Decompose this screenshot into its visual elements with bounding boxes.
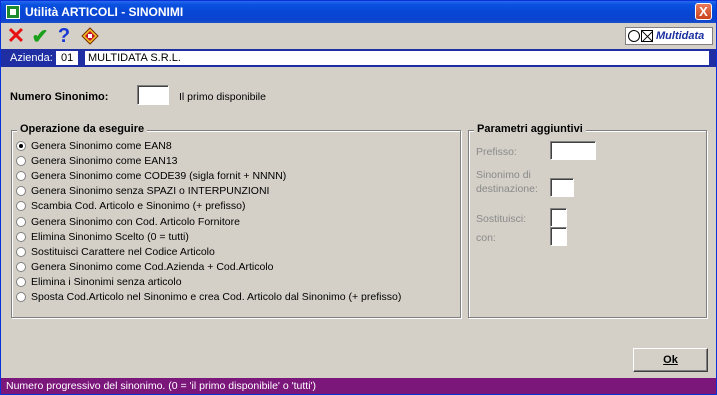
- radio-label: Elimina Sinonimo Scelto (0 = tutti): [31, 230, 189, 243]
- radio-option[interactable]: Scambia Cod. Articolo e Sinonimo (+ pref…: [16, 199, 245, 213]
- help-icon[interactable]: ?: [53, 25, 75, 47]
- radio-option[interactable]: Sostituisci Carattere nel Codice Articol…: [16, 245, 215, 259]
- radio-label: Scambia Cod. Articolo e Sinonimo (+ pref…: [31, 200, 246, 213]
- radio-label: Genera Sinonimo come EAN8: [31, 140, 172, 152]
- radio-label: Sposta Cod.Articolo nel Sinonimo e crea …: [31, 291, 402, 303]
- radio-option[interactable]: Genera Sinonimo come EAN8: [16, 139, 172, 153]
- sinonimo-dest-label-1: Sinonimo di: [476, 169, 531, 181]
- confirm-icon[interactable]: ✔: [29, 25, 51, 48]
- sostituisci-label: Sostituisci:: [476, 213, 527, 225]
- status-bar: Numero progressivo del sinonimo. (0 = 'i…: [1, 378, 716, 394]
- window-title: Utilità ARTICOLI - SINONIMI: [25, 5, 184, 19]
- radio-label: Genera Sinonimo come EAN13: [31, 155, 178, 168]
- numero-sinonimo-label: Numero Sinonimo:: [10, 91, 109, 103]
- tools-icon[interactable]: [79, 25, 101, 47]
- radio-option[interactable]: Genera Sinonimo senza SPAZI o INTERPUNZI…: [16, 184, 269, 198]
- numero-sinonimo-input[interactable]: [137, 85, 169, 105]
- radio-button[interactable]: [16, 201, 26, 212]
- company-code: 01: [56, 51, 78, 65]
- radio-button[interactable]: [16, 261, 26, 272]
- ok-button[interactable]: Ok: [633, 348, 708, 372]
- cross-box-icon: [641, 30, 653, 42]
- radio-button[interactable]: [16, 156, 26, 167]
- radio-button[interactable]: [16, 141, 26, 151]
- primo-disponibile-label: Il primo disponibile: [179, 91, 266, 103]
- app-window: Utilità ARTICOLI - SINONIMI X ✕ ✔ ? Mult…: [0, 0, 717, 395]
- prefisso-label: Prefisso:: [476, 146, 517, 158]
- radio-label: Sostituisci Carattere nel Codice Articol…: [31, 245, 215, 258]
- radio-option[interactable]: Elimina Sinonimo Scelto (0 = tutti): [16, 230, 189, 244]
- cancel-icon[interactable]: ✕: [5, 25, 27, 47]
- toolbar: ✕ ✔ ? Multidata: [1, 24, 716, 48]
- radio-button[interactable]: [16, 276, 26, 287]
- company-label: Azienda:: [10, 52, 53, 64]
- company-name: MULTIDATA S.R.L.: [85, 51, 709, 65]
- radio-option[interactable]: Genera Sinonimo come EAN13: [16, 154, 178, 168]
- radio-option[interactable]: Sposta Cod.Articolo nel Sinonimo e crea …: [16, 290, 401, 304]
- radio-button[interactable]: [16, 216, 26, 227]
- radio-option[interactable]: Elimina i Sinonimi senza articolo: [16, 275, 182, 289]
- ok-button-label: Ok: [663, 354, 678, 366]
- sostituisci-input[interactable]: [550, 208, 567, 227]
- radio-label: Genera Sinonimo senza SPAZI o INTERPUNZI…: [31, 185, 270, 198]
- brand-logo: Multidata: [625, 27, 713, 45]
- sinonimo-dest-input[interactable]: [550, 178, 574, 197]
- parametri-group: Parametri aggiuntivi Prefisso: Sinonimo …: [468, 123, 707, 318]
- radio-button[interactable]: [16, 171, 26, 182]
- radio-option[interactable]: Genera Sinonimo come Cod.Azienda + Cod.A…: [16, 260, 274, 274]
- prefisso-input[interactable]: [550, 141, 596, 160]
- radio-label: Elimina i Sinonimi senza articolo: [31, 275, 182, 288]
- radio-option[interactable]: Genera Sinonimo con Cod. Articolo Fornit…: [16, 215, 240, 229]
- con-input[interactable]: [550, 227, 567, 246]
- radio-label: Genera Sinonimo come CODE39 (sigla forni…: [31, 170, 287, 183]
- radio-option[interactable]: Genera Sinonimo come CODE39 (sigla forni…: [16, 169, 286, 183]
- sinonimo-dest-label-2: destinazione:: [476, 183, 538, 195]
- app-icon: [6, 5, 20, 19]
- con-label: con:: [476, 232, 496, 244]
- radio-label: Genera Sinonimo con Cod. Articolo Fornit…: [31, 215, 240, 228]
- company-bar: Azienda: 01 MULTIDATA S.R.L.: [1, 49, 716, 67]
- close-button[interactable]: X: [695, 3, 712, 20]
- operazione-title: Operazione da eseguire: [17, 123, 148, 135]
- radio-label: Genera Sinonimo come Cod.Azienda + Cod.A…: [31, 260, 274, 273]
- title-bar: Utilità ARTICOLI - SINONIMI X: [1, 1, 716, 23]
- parametri-title: Parametri aggiuntivi: [474, 123, 586, 135]
- operazione-group: Operazione da eseguire Genera Sinonimo c…: [11, 123, 461, 318]
- radio-button[interactable]: [16, 186, 26, 197]
- radio-button[interactable]: [16, 292, 26, 302]
- radio-button[interactable]: [16, 231, 26, 242]
- circle-icon: [628, 30, 640, 42]
- brand-text: Multidata: [656, 30, 705, 42]
- radio-button[interactable]: [16, 246, 26, 257]
